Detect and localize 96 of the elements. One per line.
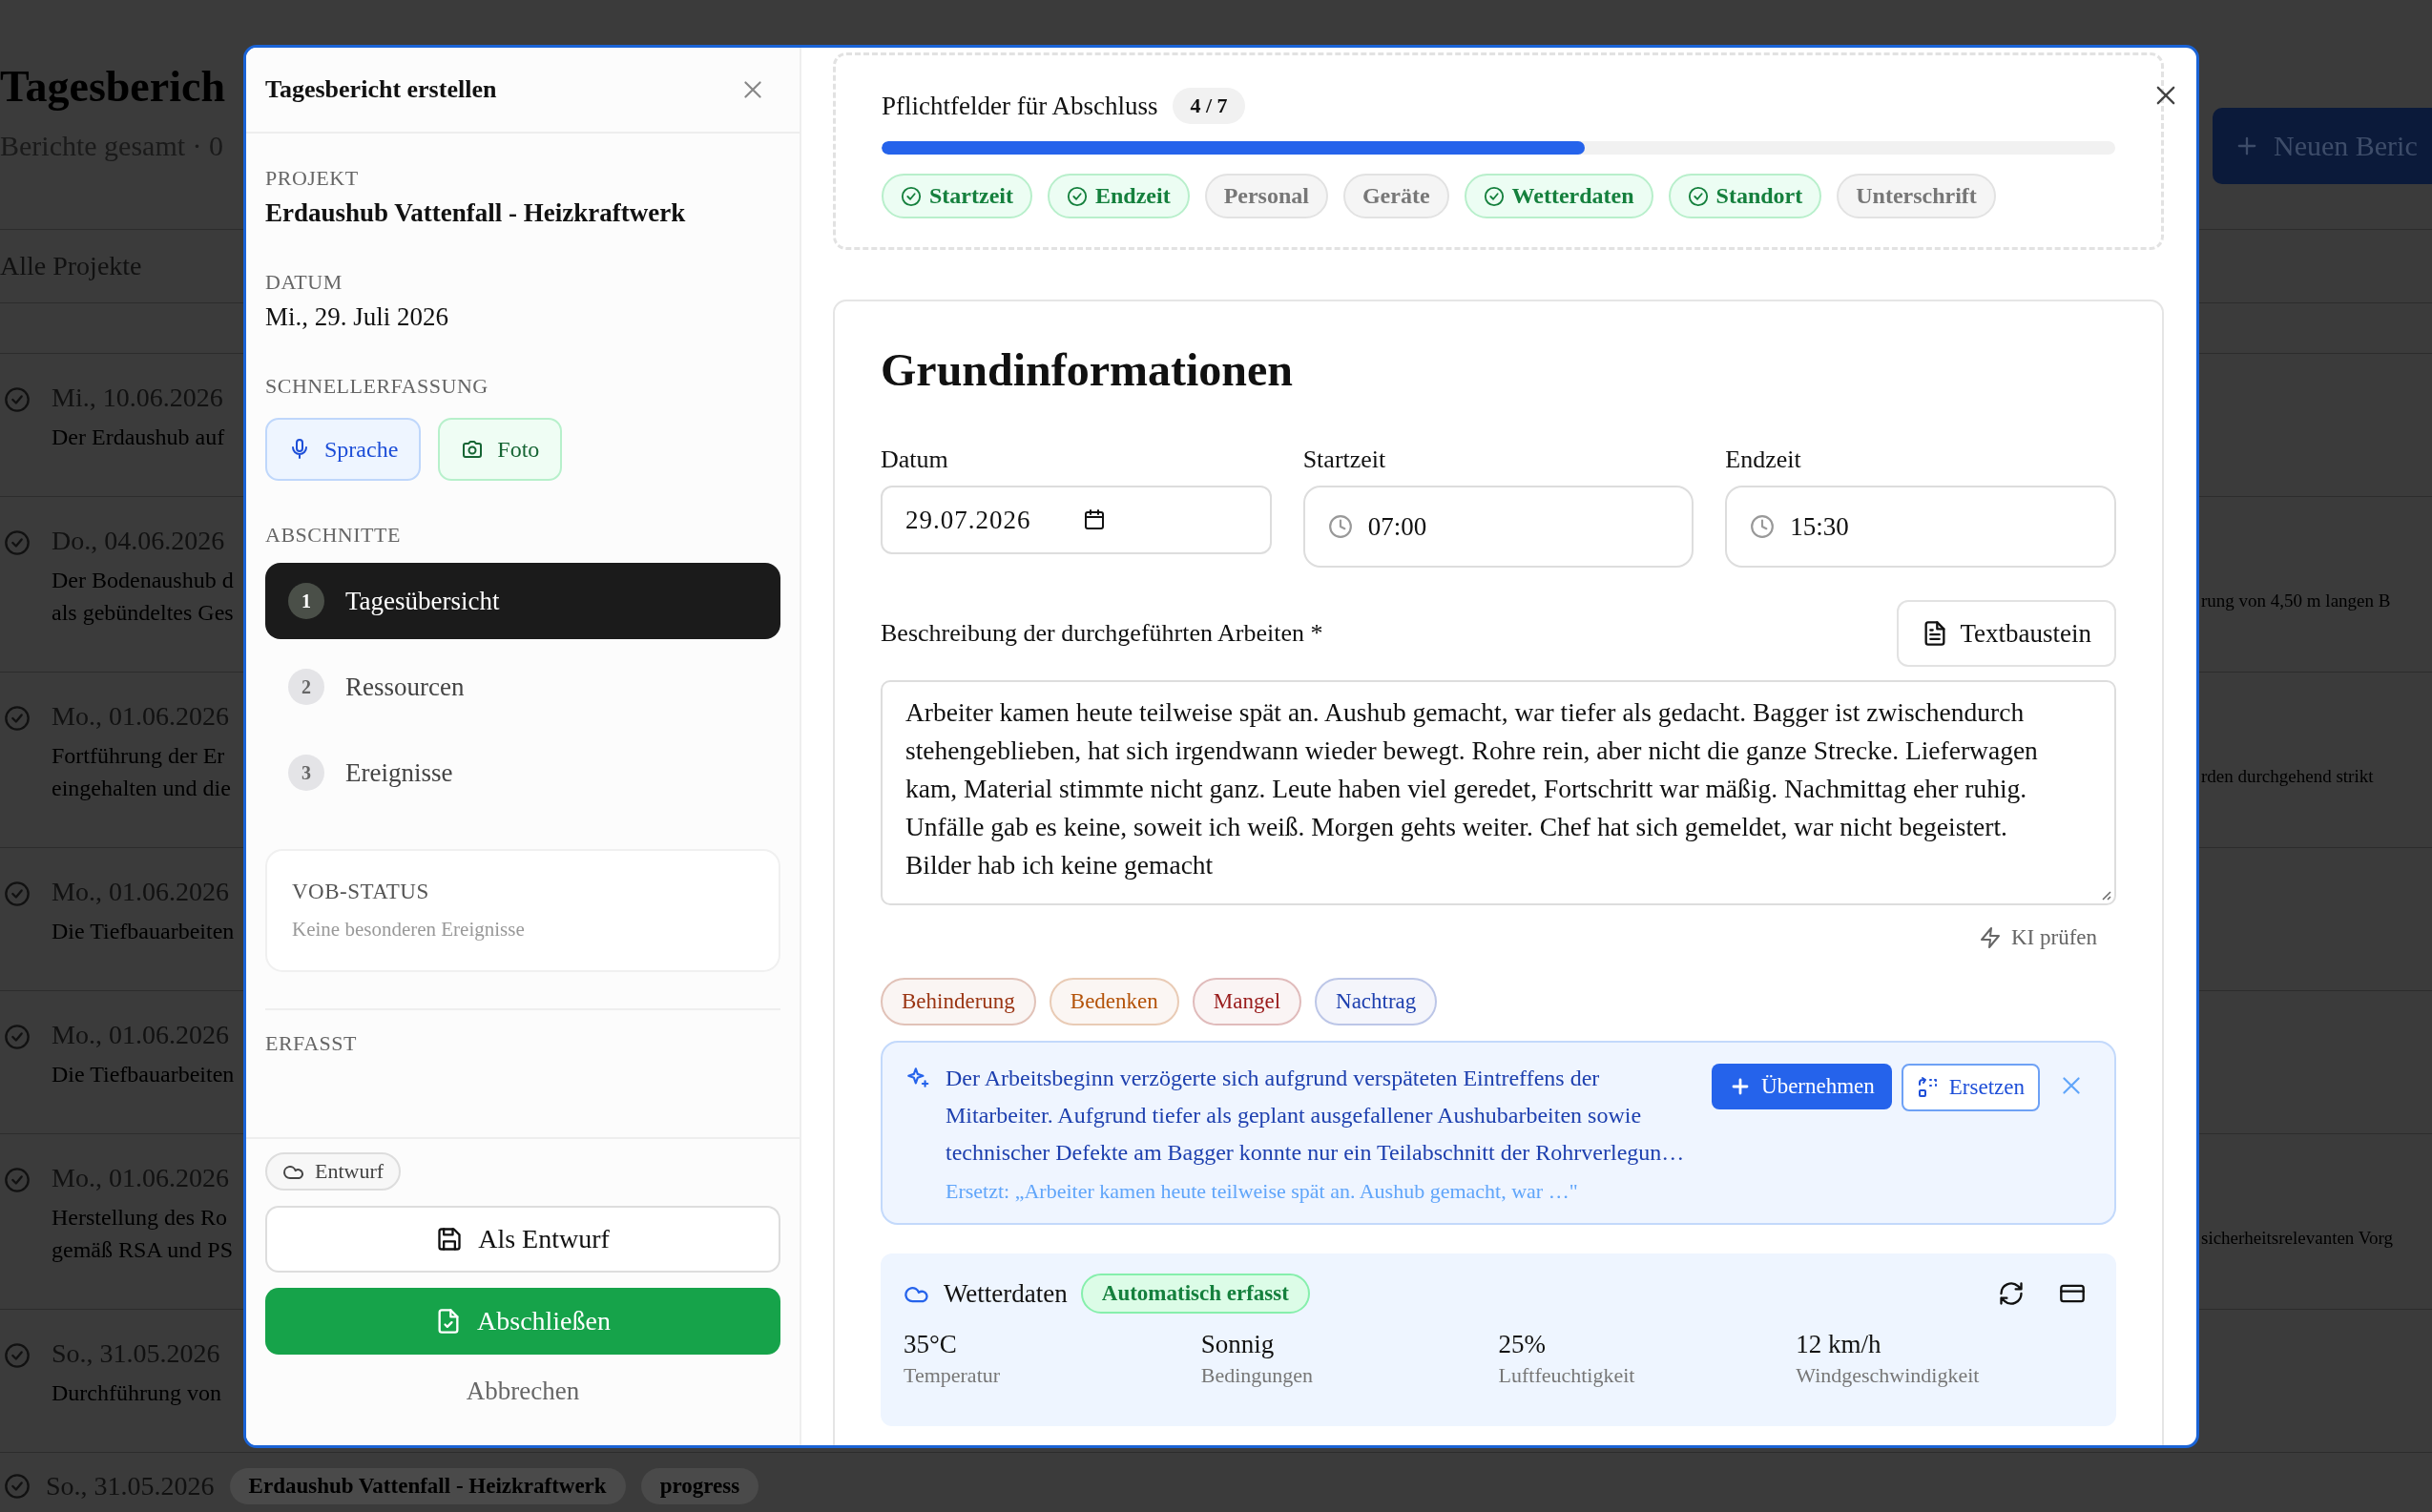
check-circle-icon <box>4 705 31 732</box>
clock-icon <box>1327 514 1353 539</box>
required-field-chip: Geräte <box>1342 174 1449 218</box>
required-field-chip: Unterschrift <box>1837 174 1996 218</box>
event-tag[interactable]: Mangel <box>1192 978 1302 1025</box>
report-summary: Der Erdaushub auf <box>52 424 225 451</box>
page-title: Tagesberich <box>0 65 225 109</box>
required-field-chip: Wetterdaten <box>1464 174 1653 218</box>
description-field[interactable]: Arbeiter kamen heute teilweise spät an. Aushub gemacht, war tiefer als gedacht. Bagger ist zwischendurch stehengeblieben, hat sich irgendwann wieder bewegt. Rohre rein, aber nicht die ganze Strecke. Lieferwagen kam, Material stimmte nicht ganz. Leute haben viel geredet, Fortschritt war mäßig. Nachmittag eher ruhig. Unfälle gab es keine, soweit ich weiß. Morgen gehts weiter. Chef hat sich gemeldet, war nicht begeistert. Bilder hab ich keine gemacht <box>881 680 2116 905</box>
suggestion-text: Der Arbeitsbeginn verzögerte sich aufgrund verspäteten Eintreffens der Mitarbeiter. Aufgrund tiefer als geplant ausgefallener Aushubarbeiten sowie technischer Defekte am Bagger konnte nur ein Teilabschnitt der Rohrverlegun… <box>946 1065 1686 1167</box>
section-item[interactable]: 1 Tagesübersicht <box>265 563 780 639</box>
report-summary: rung von 4,50 m langen B <box>2201 590 2391 612</box>
dialog-title: Tagesbericht erstellen <box>265 75 497 104</box>
project-name: Erdaushub Vattenfall - Heizkraftwerk <box>265 198 687 228</box>
check-circle-icon <box>1066 185 1088 207</box>
report-tag: Erdaushub Vattenfall - Heizkraftwerk <box>229 1468 626 1504</box>
field-label: Datum <box>881 445 949 474</box>
save-draft-button[interactable]: Als Entwurf <box>265 1206 780 1273</box>
event-tag[interactable]: Nachtrag <box>1315 978 1438 1025</box>
field-label: Beschreibung der durchgeführten Arbeiten * <box>881 619 1323 648</box>
weather-label: Luftfeuchtigkeit <box>1498 1363 1636 1388</box>
ai-check-button[interactable]: KI prüfen <box>1972 924 2116 951</box>
auto-captured-badge: Automatisch erfasst <box>1080 1274 1310 1314</box>
section-heading: Grundinformationen <box>881 343 1295 396</box>
lightning-icon <box>1978 926 2002 949</box>
check-circle-icon <box>4 386 31 413</box>
report-tag: progress <box>640 1468 759 1504</box>
field-label: ABSCHNITTE <box>265 523 402 548</box>
report-summary: eingehalten und die <box>52 775 231 802</box>
status-text: Keine besonderen Ereignisse <box>292 918 526 942</box>
replace-button[interactable]: Ersetzen <box>1901 1064 2040 1111</box>
cancel-link[interactable]: Abbrechen <box>460 1376 586 1407</box>
check-circle-icon <box>1483 185 1505 207</box>
weather-value: Sonnig <box>1200 1330 1276 1359</box>
report-summary: Die Tiefbauarbeiten <box>52 918 235 945</box>
time-field[interactable]: 15:30 <box>1725 486 2116 568</box>
report-summary: Die Tiefbauarbeiten <box>52 1061 235 1088</box>
clock-icon <box>1750 514 1776 539</box>
panel-title: Wetterdaten <box>944 1278 1068 1309</box>
photo-capture-button[interactable]: Foto <box>438 418 563 481</box>
time-field[interactable]: 07:00 <box>1302 486 1694 568</box>
field-label: PROJEKT <box>265 166 360 191</box>
step-number: 2 <box>288 669 324 705</box>
required-field-chip: Standort <box>1668 174 1822 218</box>
card-title: VOB-STATUS <box>292 880 430 904</box>
check-circle-icon <box>4 1342 31 1369</box>
step-number: 3 <box>288 755 324 791</box>
step-number: 1 <box>288 583 324 619</box>
weather-label: Bedingungen <box>1200 1363 1315 1388</box>
field-label: Endzeit <box>1725 445 1802 474</box>
report-summary: gemäß RSA und PS <box>52 1236 234 1264</box>
camera-icon <box>461 438 485 461</box>
weather-label: Temperatur <box>904 1363 1002 1388</box>
field-label: SCHNELLERFASSUNG <box>265 374 489 399</box>
report-summary: als gebündeltes Ges <box>52 599 234 627</box>
status-label: Entwurf <box>315 1159 385 1184</box>
check-circle-icon <box>901 185 922 207</box>
report-summary: Durchführung von <box>52 1379 221 1407</box>
event-tag[interactable]: Behinderung <box>881 978 1036 1025</box>
section-item[interactable]: 3 Ereignisse <box>265 735 780 811</box>
report-summary: Der Bodenaushub d <box>52 567 234 594</box>
report-summary: Herstellung des Ro <box>52 1204 228 1232</box>
calendar-icon <box>1082 508 1106 531</box>
voice-capture-button[interactable]: Sprache <box>265 418 422 481</box>
event-tag[interactable]: Bedenken <box>1049 978 1179 1025</box>
section-item[interactable]: 2 Ressourcen <box>265 649 780 725</box>
check-circle-icon <box>4 1167 31 1193</box>
progress-count: 4 / 7 <box>1173 88 1245 124</box>
replaced-text: Ersetzt: „Arbeiter kamen heute teilweise spät an. Aushub gemacht, war …" <box>946 1179 1579 1204</box>
check-circle-icon <box>1687 185 1709 207</box>
report-date: Mi., 29. Juli 2026 <box>265 302 450 332</box>
required-field-chip: Startzeit <box>882 174 1032 218</box>
weather-value: 25% <box>1498 1330 1547 1359</box>
panel-title: Pflichtfelder für Abschluss <box>882 91 1158 121</box>
text-template-button[interactable]: Textbaustein <box>1897 600 2116 667</box>
report-summary: sicherheitsrelevanten Vorg <box>2201 1227 2394 1250</box>
check-circle-icon <box>4 1024 31 1050</box>
save-icon <box>436 1226 464 1253</box>
weather-value: 12 km/h <box>1796 1330 1882 1359</box>
field-label: Startzeit <box>1302 445 1387 474</box>
weather-label: Windgeschwindigkeit <box>1796 1363 1981 1388</box>
refresh-icon <box>1998 1280 2025 1307</box>
required-field-chip: Endzeit <box>1047 174 1190 218</box>
required-field-chip: Personal <box>1204 174 1328 218</box>
field-label: ERFASST <box>265 1031 358 1056</box>
sparkles-icon <box>905 1066 930 1090</box>
report-summary: rden durchgehend strikt <box>2201 765 2374 788</box>
report-summary: Fortführung der Er <box>52 742 226 770</box>
check-circle-icon <box>4 1473 31 1500</box>
date-field[interactable]: 29.07.2026 <box>881 486 1272 554</box>
check-circle-icon <box>4 529 31 556</box>
check-circle-icon <box>4 880 31 907</box>
field-label: DATUM <box>265 270 343 295</box>
replace-icon <box>1916 1076 1940 1099</box>
weather-value: 35°C <box>904 1330 958 1359</box>
accept-button[interactable]: Übernehmen <box>1712 1064 1892 1109</box>
